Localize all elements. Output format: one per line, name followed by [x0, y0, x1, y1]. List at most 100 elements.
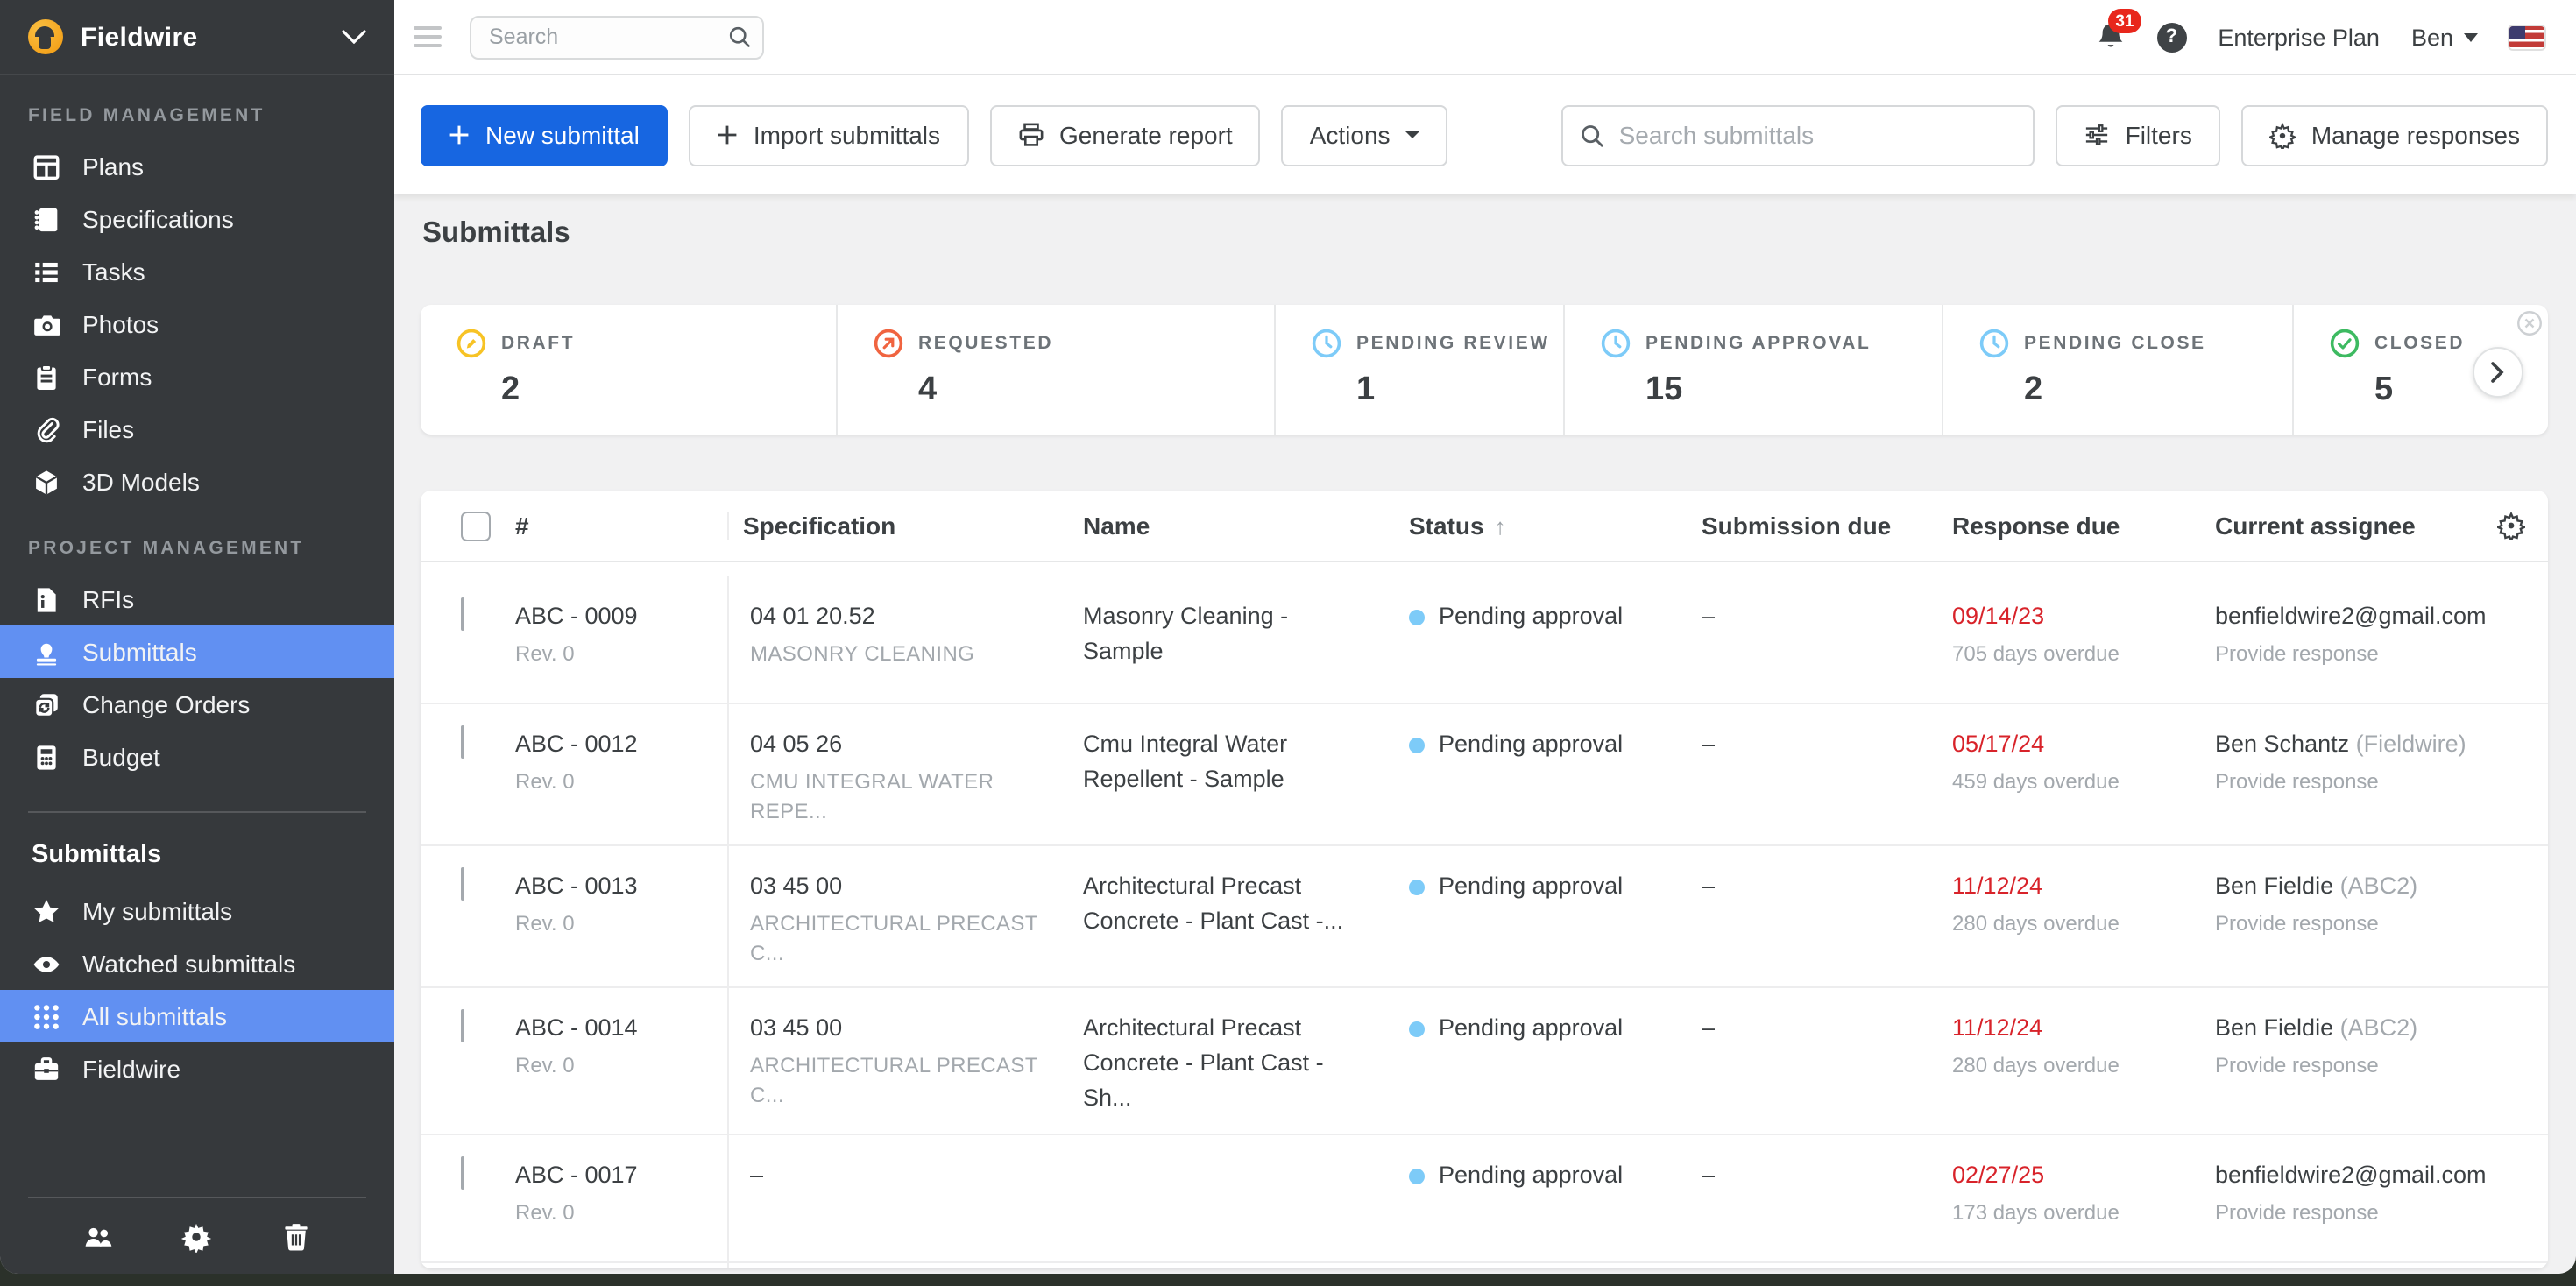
spec-name: ARCHITECTURAL PRECAST C...: [750, 1051, 1044, 1111]
spec-name: CMU INTEGRAL WATER REPE...: [750, 767, 1044, 827]
select-all-checkbox[interactable]: [461, 511, 491, 541]
sidebar-item-label: Watched submittals: [82, 950, 295, 978]
sidebar-item-all-submittals[interactable]: All submittals: [0, 990, 394, 1042]
status-dot-icon: [1409, 737, 1425, 753]
column-header-number[interactable]: #: [494, 512, 727, 540]
sidebar-item-label: Fieldwire: [82, 1055, 180, 1083]
submittal-revision: Rev. 0: [515, 639, 710, 669]
sidebar-item-budget[interactable]: Budget: [0, 731, 394, 783]
import-submittals-button[interactable]: Import submittals: [689, 104, 968, 166]
row-checkbox[interactable]: [461, 1156, 464, 1190]
cell-number: ABC - 0013 Rev. 0: [494, 846, 727, 986]
assignee-action: Provide response: [2215, 767, 2530, 797]
cell-submission-due: –: [1681, 846, 1931, 986]
sidebar-item-specifications[interactable]: Specifications: [0, 193, 394, 245]
search-icon: [727, 24, 752, 48]
table-row[interactable]: ABC - 0013 Rev. 0 03 45 00 ARCHITECTURAL…: [421, 844, 2548, 986]
chevron-down-icon: [1406, 131, 1420, 138]
actions-button[interactable]: Actions: [1282, 104, 1448, 166]
row-checkbox[interactable]: [461, 1009, 464, 1042]
sidebar-item-files[interactable]: Files: [0, 403, 394, 456]
column-settings-icon[interactable]: [2497, 512, 2525, 540]
filters-button[interactable]: Filters: [2056, 104, 2220, 166]
status-card-pending-approval[interactable]: PENDING APPROVAL 15: [1563, 305, 1942, 435]
sidebar-item-label: RFIs: [82, 585, 134, 613]
sidebar-item-3d-models[interactable]: 3D Models: [0, 456, 394, 508]
status-card-requested[interactable]: REQUESTED 4: [836, 305, 1274, 435]
column-header-response-due[interactable]: Response due: [1931, 512, 2194, 540]
people-icon[interactable]: [82, 1220, 114, 1252]
clock-icon: [1600, 328, 1631, 359]
sidebar-item-fieldwire-folder[interactable]: Fieldwire: [0, 1042, 394, 1095]
sidebar-footer: [0, 1169, 394, 1274]
status-card-pending-review[interactable]: PENDING REVIEW 1: [1274, 305, 1563, 435]
sidebar-item-my-submittals[interactable]: My submittals: [0, 885, 394, 937]
status-card-draft[interactable]: DRAFT 2: [421, 305, 836, 435]
new-submittal-button[interactable]: New submittal: [421, 104, 668, 166]
submission-due-date: –: [1702, 599, 1914, 634]
cell-current-assignee: benfieldwire2@gmail.com Provide response: [2194, 576, 2548, 703]
notifications-button[interactable]: 31: [2095, 21, 2125, 53]
cell-specification: –: [727, 1135, 1062, 1261]
cell-name: Cmu Integral Water: [1062, 1263, 1388, 1268]
global-search-input[interactable]: [470, 15, 764, 59]
global-search: [470, 15, 764, 59]
table-row[interactable]: ABC - 0009 Rev. 0 04 01 20.52 MASONRY CL…: [421, 576, 2548, 703]
sidebar-item-label: Photos: [82, 310, 159, 338]
sidebar-item-label: All submittals: [82, 1002, 227, 1030]
user-menu[interactable]: Ben: [2411, 24, 2478, 50]
status-count: 4: [918, 371, 1263, 410]
change-orders-icon: [32, 689, 61, 719]
table-row[interactable]: ABC - 0012 Rev. 0 04 05 26 CMU INTEGRAL …: [421, 703, 2548, 844]
column-header-specification[interactable]: Specification: [727, 512, 1062, 540]
status-count: 2: [501, 371, 825, 410]
sliders-icon: [2084, 123, 2110, 147]
column-header-current-assignee[interactable]: Current assignee: [2194, 512, 2548, 540]
project-switcher[interactable]: Fieldwire: [0, 0, 394, 75]
gear-icon[interactable]: [181, 1220, 213, 1252]
sidebar-item-plans[interactable]: Plans: [0, 140, 394, 193]
table-row[interactable]: ABC - 0011 04 05 26 Cmu Integral Water: [421, 1261, 2548, 1268]
cell-response-due: 11/12/24 280 days overdue: [1931, 846, 2194, 986]
sidebar-item-change-orders[interactable]: Change Orders: [0, 678, 394, 731]
table-row[interactable]: ABC - 0014 Rev. 0 03 45 00 ARCHITECTURAL…: [421, 986, 2548, 1134]
trash-icon[interactable]: [280, 1220, 312, 1252]
response-due-date: 02/27/25: [1952, 1158, 2176, 1193]
close-summary-icon[interactable]: [2516, 310, 2543, 336]
generate-report-button[interactable]: Generate report: [989, 104, 1261, 166]
cell-response-due: 05/17/24 459 days overdue: [1931, 704, 2194, 844]
submittal-id: ABC - 0012: [515, 727, 710, 762]
assignee-org: (ABC2): [2340, 873, 2418, 899]
table-row[interactable]: ABC - 0017 Rev. 0 –: [421, 1134, 2548, 1261]
row-checkbox[interactable]: [461, 725, 464, 759]
submittals-search-input[interactable]: [1561, 104, 2035, 166]
column-header-name[interactable]: Name: [1062, 512, 1388, 540]
next-statuses-button[interactable]: [2473, 347, 2523, 398]
sidebar-item-submittals[interactable]: Submittals: [0, 625, 394, 678]
sidebar-item-forms[interactable]: Forms: [0, 350, 394, 403]
cell-name: [1062, 1135, 1388, 1261]
check-circle-icon: [2329, 328, 2360, 359]
printer-icon: [1017, 123, 1044, 147]
sort-ascending-icon: ↑: [1495, 512, 1506, 539]
status-label: PENDING CLOSE: [2024, 333, 2206, 354]
sidebar-item-photos[interactable]: Photos: [0, 298, 394, 350]
row-checkbox[interactable]: [461, 597, 464, 631]
column-header-status[interactable]: Status ↑: [1388, 512, 1681, 540]
column-header-submission-due[interactable]: Submission due: [1681, 512, 1931, 540]
sidebar-item-rfis[interactable]: RFIs: [0, 573, 394, 625]
status-label: PENDING REVIEW: [1356, 333, 1550, 354]
sidebar-item-tasks[interactable]: Tasks: [0, 245, 394, 298]
cell-response-due: 04/22/24: [1931, 1263, 2194, 1268]
us-flag-icon[interactable]: [2509, 25, 2544, 48]
row-checkbox[interactable]: [461, 867, 464, 901]
cell-response-due: 02/27/25 173 days overdue: [1931, 1135, 2194, 1261]
arrow-up-right-circle-icon: [873, 328, 904, 359]
sidebar-item-watched-submittals[interactable]: Watched submittals: [0, 937, 394, 990]
submittals-table: # Specification Name Status ↑ Submission…: [421, 491, 2548, 1268]
search-icon: [1579, 122, 1605, 148]
menu-icon[interactable]: [414, 21, 442, 53]
status-card-pending-close[interactable]: PENDING CLOSE 2: [1942, 305, 2292, 435]
manage-responses-button[interactable]: Manage responses: [2241, 104, 2548, 166]
help-button[interactable]: ?: [2156, 22, 2186, 52]
